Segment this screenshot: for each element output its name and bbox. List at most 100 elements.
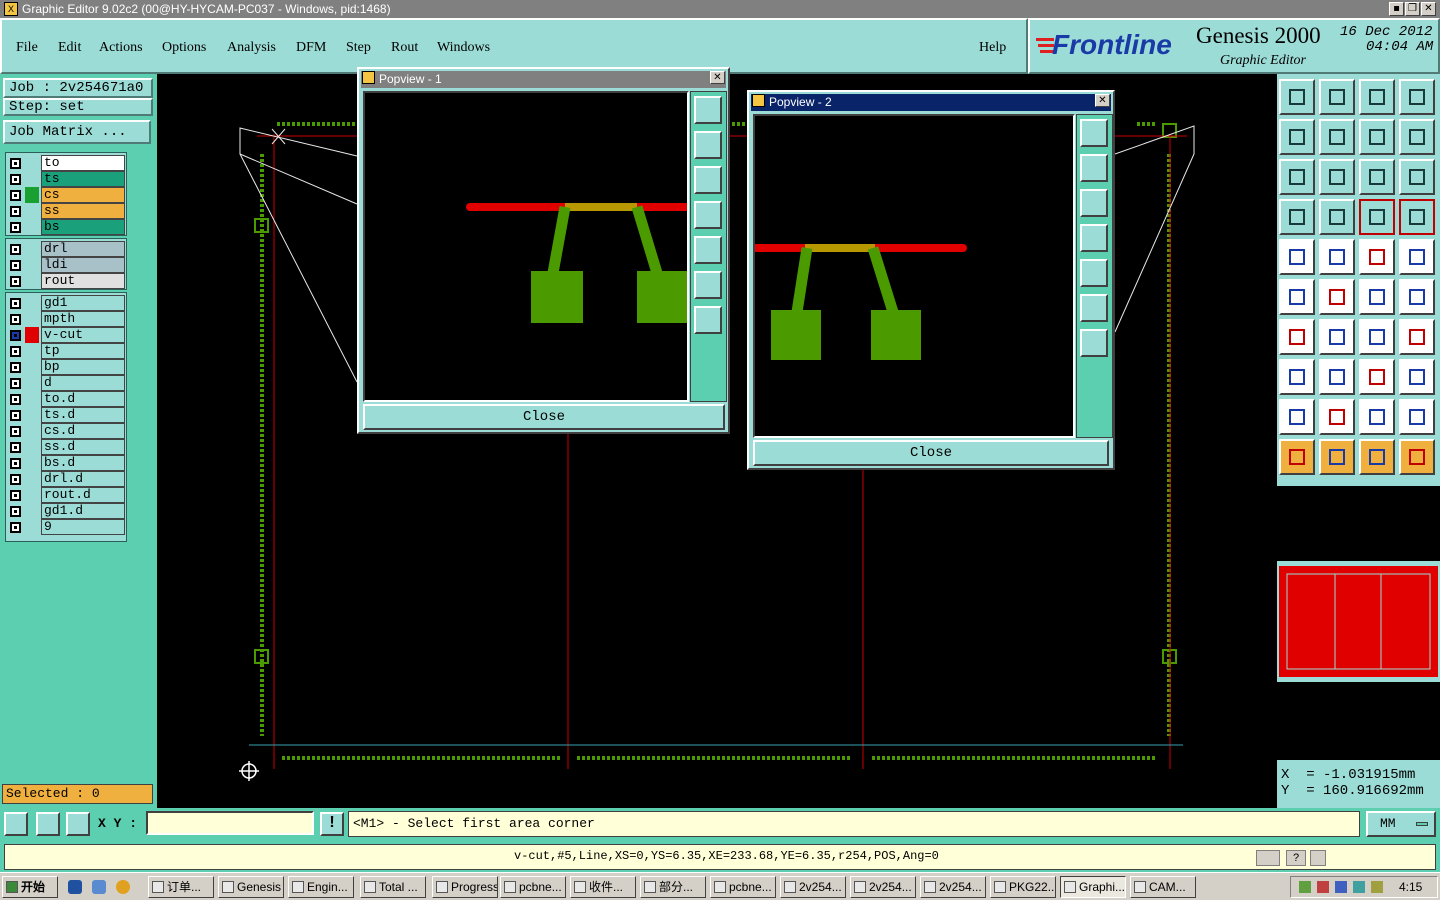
select-pointer-icon[interactable]: [1279, 439, 1315, 475]
layer-checkbox[interactable]: [10, 506, 21, 517]
taskbar-item[interactable]: 2v254...: [780, 876, 846, 898]
popview-2-window[interactable]: Popview - 2 ✕ Close: [747, 90, 1115, 470]
layer-row-gd1[interactable]: gd1: [7, 295, 125, 311]
tray-icon[interactable]: [1299, 881, 1311, 893]
layer-color-swatch[interactable]: [25, 423, 39, 439]
layer-color-swatch[interactable]: [25, 203, 39, 219]
text-f-icon[interactable]: [1399, 319, 1435, 355]
popview-2-zoom-out-button[interactable]: [1080, 329, 1108, 357]
popview-1-pan-right-button[interactable]: [694, 236, 722, 264]
layer-color-swatch[interactable]: [25, 487, 39, 503]
layer-row-rout.d[interactable]: rout.d: [7, 487, 125, 503]
popview-1-zoom-window-button[interactable]: [694, 96, 722, 124]
layer-checkbox[interactable]: [10, 426, 21, 437]
layer-row-rout[interactable]: rout: [7, 273, 125, 289]
menu-help[interactable]: Help: [979, 40, 1006, 56]
angle-icon[interactable]: [1279, 319, 1315, 355]
tray-icon[interactable]: [1335, 881, 1347, 893]
select-box-alt-icon[interactable]: [1359, 439, 1395, 475]
layer-name[interactable]: 9: [41, 519, 125, 535]
layer-color-swatch[interactable]: [25, 273, 39, 289]
close-button[interactable]: ✕: [1421, 2, 1436, 16]
snap-icon[interactable]: [4, 812, 28, 836]
layer-color-swatch[interactable]: [25, 155, 39, 171]
redo-right-icon[interactable]: [1319, 119, 1355, 155]
popview-1-pan-left-button[interactable]: [694, 201, 722, 229]
layer-name[interactable]: bs.d: [41, 455, 125, 471]
taskbar-item[interactable]: PKG22...: [990, 876, 1056, 898]
wrench-icon[interactable]: [1279, 199, 1315, 235]
popview-2-pan-left-button[interactable]: [1080, 224, 1108, 252]
layer-checkbox[interactable]: [10, 346, 21, 357]
popview-1-pan-up-button[interactable]: [694, 131, 722, 159]
layer-color-swatch[interactable]: [25, 219, 39, 235]
layer-row-cs[interactable]: cs: [7, 187, 125, 203]
snap-point-icon[interactable]: [1319, 199, 1355, 235]
measure-icon[interactable]: [1359, 359, 1395, 395]
restore-button[interactable]: ❐: [1405, 2, 1420, 16]
measure-icon[interactable]: [36, 812, 60, 836]
taskbar-item[interactable]: 订单...: [148, 876, 214, 898]
layer-color-swatch[interactable]: [25, 359, 39, 375]
menu-dfm[interactable]: DFM: [296, 40, 326, 56]
layer-name[interactable]: cs: [41, 187, 125, 203]
layer-checkbox[interactable]: [10, 244, 21, 255]
triangle-b-icon[interactable]: [1359, 399, 1395, 435]
popview-1-zoom-in-button[interactable]: [694, 271, 722, 299]
circles-icon[interactable]: [1399, 359, 1435, 395]
layer-row-d[interactable]: d: [7, 375, 125, 391]
job-matrix-button[interactable]: Job Matrix ...: [3, 120, 151, 144]
units-selector[interactable]: MM: [1366, 811, 1436, 837]
zoom-1to1-icon[interactable]: [1359, 159, 1395, 195]
layer-color-swatch[interactable]: [25, 503, 39, 519]
help-icon[interactable]: [1399, 159, 1435, 195]
help-icon[interactable]: ?: [1286, 850, 1306, 866]
layer-checkbox[interactable]: [10, 276, 21, 287]
layer-name[interactable]: tp: [41, 343, 125, 359]
taskbar-item[interactable]: Engin...: [288, 876, 354, 898]
layer-row-bs[interactable]: bs: [7, 219, 125, 235]
connect-icon[interactable]: [1279, 279, 1315, 315]
taskbar-item[interactable]: pcbne...: [500, 876, 566, 898]
line-icon[interactable]: [1319, 319, 1355, 355]
layer-checkbox[interactable]: [10, 260, 21, 271]
popview-1-window[interactable]: Popview - 1 ✕ Close: [357, 67, 730, 434]
layer-row-to[interactable]: to: [7, 155, 125, 171]
node-link-icon[interactable]: [1399, 279, 1435, 315]
layer-checkbox[interactable]: [10, 442, 21, 453]
mirror-icon[interactable]: [1399, 119, 1435, 155]
undo-left-icon[interactable]: [1279, 119, 1315, 155]
route-pads-icon[interactable]: [1359, 199, 1395, 235]
layer-color-swatch[interactable]: [25, 519, 39, 535]
triangle-a-icon[interactable]: [1319, 399, 1355, 435]
layer-color-swatch[interactable]: [25, 343, 39, 359]
layer-name[interactable]: rout.d: [41, 487, 125, 503]
layer-row-ldi[interactable]: ldi: [7, 257, 125, 273]
menu-options[interactable]: Options: [162, 40, 206, 56]
taskbar-item[interactable]: Graphi...: [1060, 876, 1126, 898]
layer-color-swatch[interactable]: [25, 471, 39, 487]
layer-checkbox[interactable]: [10, 330, 21, 341]
layer-name[interactable]: ss.d: [41, 439, 125, 455]
taskbar-item[interactable]: Progress: [432, 876, 498, 898]
route-pads-alt-icon[interactable]: [1399, 199, 1435, 235]
layer-name[interactable]: ts.d: [41, 407, 125, 423]
layer-checkbox[interactable]: [10, 298, 21, 309]
layer-color-swatch[interactable]: [25, 311, 39, 327]
layer-checkbox[interactable]: [10, 394, 21, 405]
popview-1-zoom-out-button[interactable]: [694, 306, 722, 334]
layer-row-cs.d[interactable]: cs.d: [7, 423, 125, 439]
menu-actions[interactable]: Actions: [99, 40, 143, 56]
popview-1-pan-down-button[interactable]: [694, 166, 722, 194]
popview-2-view[interactable]: [753, 114, 1075, 438]
layer-checkbox[interactable]: [10, 190, 21, 201]
layer-row-bs.d[interactable]: bs.d: [7, 455, 125, 471]
layer-name[interactable]: cs.d: [41, 423, 125, 439]
point-link-icon[interactable]: [1359, 279, 1395, 315]
quicklaunch-ie-icon[interactable]: [68, 880, 82, 894]
layer-checkbox[interactable]: [10, 410, 21, 421]
layer-name[interactable]: ss: [41, 203, 125, 219]
layer-row-ss.d[interactable]: ss.d: [7, 439, 125, 455]
layer-color-swatch[interactable]: [25, 187, 39, 203]
select-route-icon[interactable]: [1399, 439, 1435, 475]
